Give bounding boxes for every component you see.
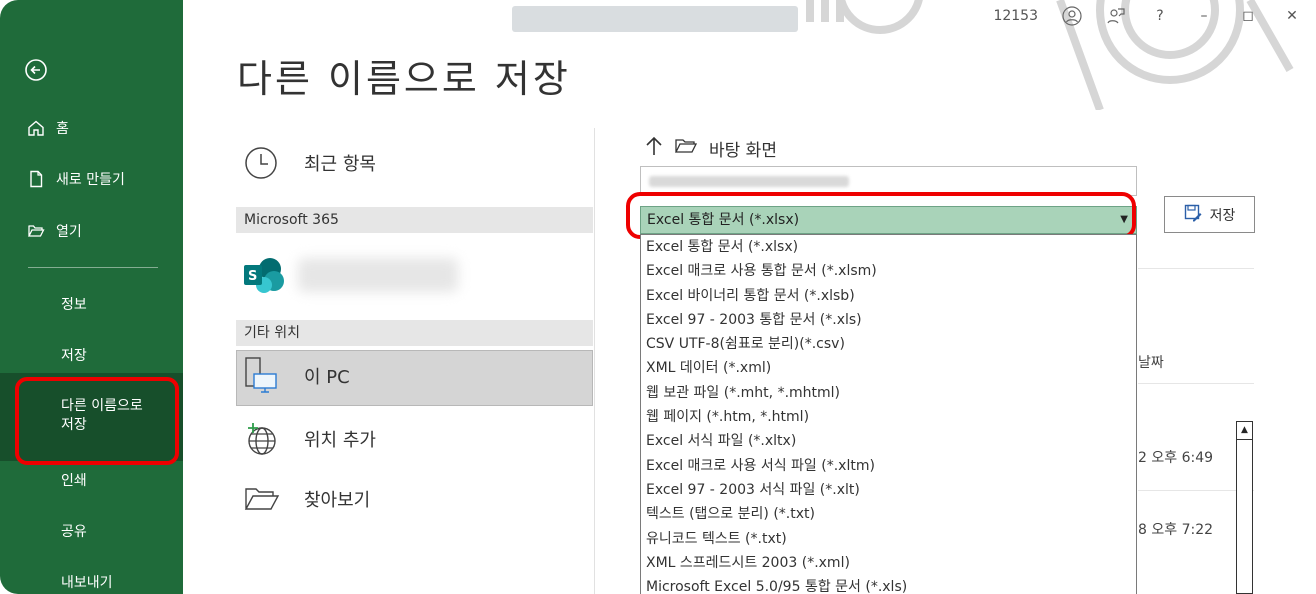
- column-header-date-fragment: 날짜: [1138, 355, 1164, 371]
- file-type-option[interactable]: 텍스트 (탭으로 분리) (*.txt): [641, 502, 1136, 526]
- globe-add-icon: [244, 421, 304, 457]
- folder-icon: [674, 138, 698, 159]
- sidebar-divider: [28, 267, 158, 268]
- file-type-option[interactable]: Excel 97 - 2003 서식 파일 (*.xlt): [641, 478, 1136, 502]
- location-label: 이 PC: [304, 367, 350, 388]
- feedback-icon[interactable]: [1106, 6, 1126, 26]
- column-separator: [594, 128, 595, 594]
- folder-open-icon: [26, 221, 46, 241]
- current-folder-name[interactable]: 바탕 화면: [709, 136, 777, 161]
- file-type-dropdown-list: Excel 통합 문서 (*.xlsx) Excel 매크로 사용 통합 문서 …: [640, 234, 1137, 594]
- list-row-date: 8 오후 7:22: [1138, 522, 1214, 538]
- file-type-option[interactable]: Excel 97 - 2003 통합 문서 (*.xls): [641, 308, 1136, 332]
- file-type-option[interactable]: Excel 서식 파일 (*.xltx): [641, 429, 1136, 453]
- file-type-option[interactable]: XML 스프레드시트 2003 (*.xml): [641, 551, 1136, 575]
- user-id-label: 12153: [993, 8, 1038, 24]
- file-type-option[interactable]: XML 데이터 (*.xml): [641, 356, 1136, 380]
- home-icon: [26, 118, 46, 138]
- title-bar-controls: 12153 ? – ◻ ✕: [993, 6, 1302, 26]
- title-blurred: [512, 6, 798, 32]
- excel-backstage-window: 홈 새로 만들기 열기 정보 저장 다른 이름으로 저장 인쇄 공유 내보내기: [0, 0, 1316, 594]
- location-this-pc[interactable]: 이 PC: [244, 356, 350, 396]
- annotation-highlight-file-type: [626, 192, 1136, 239]
- location-browse[interactable]: 찾아보기: [244, 485, 370, 513]
- file-type-option[interactable]: CSV UTF-8(쉼표로 분리)(*.csv): [641, 332, 1136, 356]
- folder-browse-icon: [244, 485, 304, 513]
- file-type-option[interactable]: Excel 매크로 사용 통합 문서 (*.xlsm): [641, 259, 1136, 283]
- sidebar-item-export[interactable]: 내보내기: [61, 572, 113, 592]
- save-button-label: 저장: [1209, 207, 1236, 224]
- restore-button[interactable]: ◻: [1238, 8, 1258, 24]
- blurred-account-name: [298, 258, 458, 292]
- computer-icon: [244, 356, 304, 396]
- file-type-option[interactable]: Excel 바이너리 통합 문서 (*.xlsb): [641, 284, 1136, 308]
- file-type-option[interactable]: 웹 보관 파일 (*.mht, *.mhtml): [641, 381, 1136, 405]
- sidebar-item-print[interactable]: 인쇄: [61, 470, 87, 490]
- page-title: 다른 이름으로 저장: [237, 57, 571, 101]
- file-type-option[interactable]: 유니코드 텍스트 (*.txt): [641, 527, 1136, 551]
- location-label: 위치 추가: [304, 430, 376, 451]
- help-icon[interactable]: ?: [1150, 8, 1170, 24]
- location-add-place[interactable]: 위치 추가: [244, 421, 376, 457]
- list-row-date: 2 오후 6:49: [1138, 450, 1214, 466]
- filename-blurred-value: [649, 176, 849, 187]
- sidebar-item-label: 홈: [56, 121, 69, 137]
- back-arrow-icon[interactable]: [24, 58, 48, 82]
- location-label: 찾아보기: [304, 490, 371, 511]
- sidebar-item-label: 새로 만들기: [56, 172, 125, 188]
- annotation-highlight-save-as: [15, 377, 179, 465]
- file-type-option[interactable]: 웹 페이지 (*.htm, *.html): [641, 405, 1136, 429]
- minimize-button[interactable]: –: [1194, 8, 1214, 24]
- sidebar-item-home[interactable]: 홈: [26, 118, 69, 138]
- sidebar-item-save[interactable]: 저장: [61, 345, 87, 365]
- save-icon: [1184, 204, 1202, 226]
- sidebar-item-info[interactable]: 정보: [61, 294, 87, 314]
- account-icon[interactable]: [1062, 6, 1082, 26]
- sidebar-item-new[interactable]: 새로 만들기: [26, 169, 125, 189]
- save-button[interactable]: 저장: [1164, 196, 1255, 233]
- list-divider: [1138, 383, 1254, 384]
- file-type-option[interactable]: Excel 매크로 사용 서식 파일 (*.xltm): [641, 454, 1136, 478]
- sidebar-item-open[interactable]: 열기: [26, 221, 82, 241]
- file-type-option[interactable]: Microsoft Excel 5.0/95 통합 문서 (*.xls): [641, 575, 1136, 594]
- list-scrollbar[interactable]: ▲: [1236, 421, 1253, 594]
- close-button[interactable]: ✕: [1282, 8, 1302, 24]
- location-group-other: 기타 위치: [236, 320, 593, 346]
- sidebar-item-share[interactable]: 공유: [61, 521, 87, 541]
- location-recent[interactable]: 최근 항목: [244, 146, 376, 180]
- list-divider: [1138, 268, 1254, 269]
- up-arrow-icon[interactable]: [645, 136, 663, 161]
- path-breadcrumb: 바탕 화면: [645, 136, 777, 161]
- new-document-icon: [26, 169, 46, 189]
- sharepoint-icon[interactable]: S: [242, 257, 288, 297]
- scroll-up-icon[interactable]: ▲: [1237, 422, 1252, 440]
- location-group-m365: Microsoft 365: [236, 207, 593, 233]
- svg-text:S: S: [248, 269, 257, 284]
- backstage-sidebar: 홈 새로 만들기 열기 정보 저장 다른 이름으로 저장 인쇄 공유 내보내기: [0, 0, 183, 594]
- sidebar-item-label: 열기: [56, 224, 82, 240]
- location-label: 최근 항목: [304, 154, 376, 175]
- clock-icon: [244, 146, 304, 180]
- file-type-option[interactable]: Excel 통합 문서 (*.xlsx): [641, 235, 1136, 259]
